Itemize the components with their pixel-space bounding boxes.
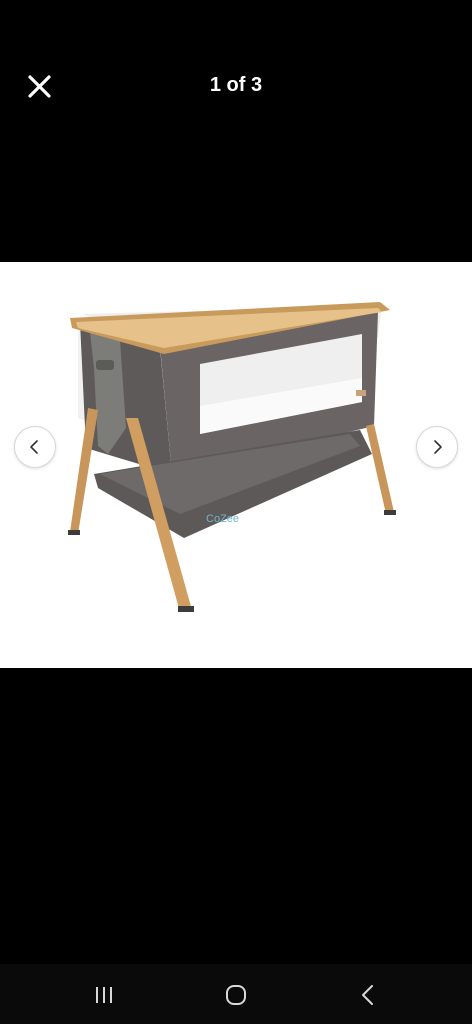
image-viewport: CoZee xyxy=(0,262,472,668)
recents-button[interactable] xyxy=(84,980,124,1010)
system-navigation-bar xyxy=(0,964,472,1024)
product-image[interactable]: CoZee xyxy=(60,278,410,658)
recents-icon xyxy=(96,987,112,1003)
back-icon xyxy=(362,985,373,1005)
brand-logo: CoZee xyxy=(206,513,239,525)
home-icon xyxy=(226,985,246,1005)
chevron-left-icon xyxy=(30,440,38,454)
next-image-button[interactable] xyxy=(416,426,458,468)
back-button[interactable] xyxy=(348,980,388,1010)
previous-image-button[interactable] xyxy=(14,426,56,468)
viewer-top-bar: 1 of 3 xyxy=(0,0,472,170)
chevron-right-icon xyxy=(434,440,442,454)
home-button[interactable] xyxy=(216,980,256,1010)
image-counter: 1 of 3 xyxy=(209,74,263,96)
